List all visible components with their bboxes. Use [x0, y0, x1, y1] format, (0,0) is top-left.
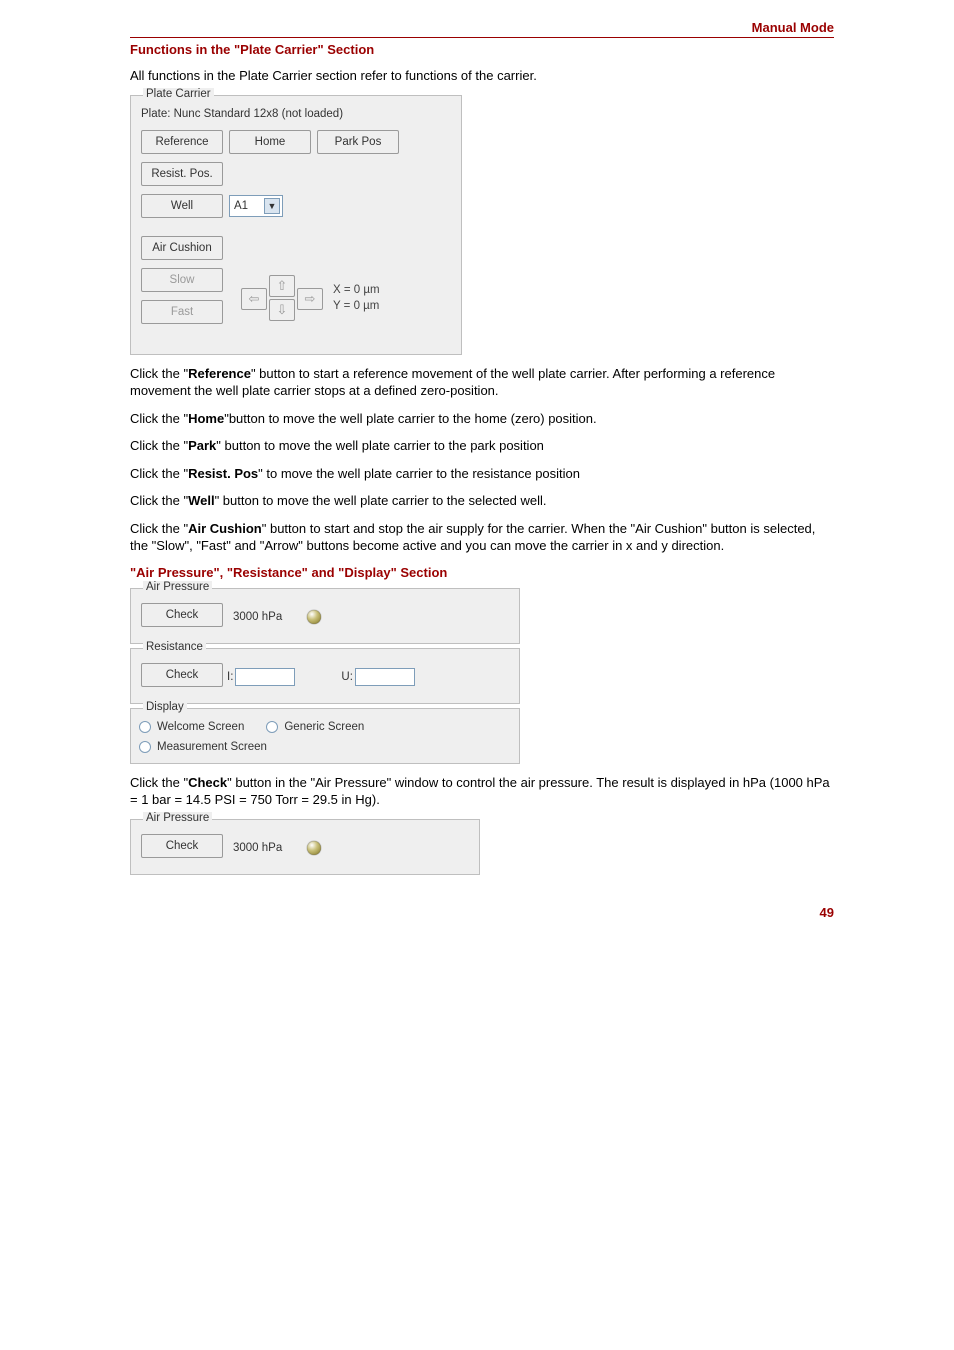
air-pressure-check-button-2[interactable]: Check	[141, 834, 223, 858]
slow-button[interactable]: Slow	[141, 268, 223, 292]
resistance-i-field[interactable]	[235, 668, 295, 686]
arrow-down-icon: ⇩	[277, 302, 288, 317]
air-pressure-panel: Air Pressure Check 3000 hPa	[130, 588, 520, 644]
intro-text: All functions in the Plate Carrier secti…	[130, 67, 834, 85]
fast-button[interactable]: Fast	[141, 300, 223, 324]
well-select[interactable]: A1 ▼	[229, 195, 283, 217]
reference-button[interactable]: Reference	[141, 130, 223, 154]
air-pressure-panel-2: Air Pressure Check 3000 hPa	[130, 819, 480, 875]
arrow-left-icon: ⇦	[249, 291, 260, 306]
click-resist-text: Click the "Resist. Pos" to move the well…	[130, 465, 834, 483]
measurement-screen-label: Measurement Screen	[157, 741, 267, 753]
click-park-text: Click the "Park" button to move the well…	[130, 437, 834, 455]
air-pressure-check-button[interactable]: Check	[141, 603, 223, 627]
air-pressure-value-2: 3000 hPa	[233, 842, 291, 854]
home-button[interactable]: Home	[229, 130, 311, 154]
click-well-text: Click the "Well" button to move the well…	[130, 492, 834, 510]
click-reference-text: Click the "Reference" button to start a …	[130, 365, 834, 400]
well-select-value: A1	[234, 200, 248, 212]
arrow-down-button[interactable]: ⇩	[269, 299, 295, 321]
arrow-right-button[interactable]: ⇨	[297, 288, 323, 310]
arrow-pad: ⇧ ⇦ ⇨ ⇩	[241, 275, 323, 321]
welcome-screen-label: Welcome Screen	[157, 721, 244, 733]
xy-readout: X = 0 µm Y = 0 µm	[333, 282, 380, 314]
plate-carrier-legend: Plate Carrier	[143, 88, 214, 100]
x-position: X = 0 µm	[333, 282, 380, 298]
resistance-i-label: I:	[227, 671, 233, 683]
plate-carrier-panel: Plate Carrier Plate: Nunc Standard 12x8 …	[130, 95, 462, 355]
click-check-text: Click the "Check" button in the "Air Pre…	[130, 774, 834, 809]
arrow-up-button[interactable]: ⇧	[269, 275, 295, 297]
display-panel: Display Welcome Screen Generic Screen	[130, 708, 520, 764]
y-position: Y = 0 µm	[333, 298, 380, 314]
header-divider	[130, 37, 834, 38]
status-led-icon	[307, 841, 321, 855]
status-led-icon	[307, 610, 321, 624]
arrow-right-icon: ⇨	[305, 291, 316, 306]
page-number: 49	[130, 905, 834, 920]
radio-icon	[266, 721, 278, 733]
resist-pos-button[interactable]: Resist. Pos.	[141, 162, 223, 186]
display-legend: Display	[143, 701, 187, 713]
resistance-panel: Resistance Check I: U:	[130, 648, 520, 704]
measurement-screen-radio[interactable]: Measurement Screen	[139, 741, 267, 753]
arrow-up-icon: ⇧	[277, 278, 288, 293]
radio-icon	[139, 741, 151, 753]
generic-screen-label: Generic Screen	[284, 721, 364, 733]
resistance-u-label: U:	[341, 671, 353, 683]
resistance-u-field[interactable]	[355, 668, 415, 686]
well-button[interactable]: Well	[141, 194, 223, 218]
resistance-legend: Resistance	[143, 641, 206, 653]
chevron-down-icon: ▼	[264, 198, 280, 214]
header-title: Manual Mode	[130, 20, 834, 35]
section-title-plate-carrier: Functions in the "Plate Carrier" Section	[130, 42, 834, 57]
park-pos-button[interactable]: Park Pos	[317, 130, 399, 154]
air-pressure-legend: Air Pressure	[143, 581, 212, 593]
click-air-cushion-text: Click the "Air Cushion" button to start …	[130, 520, 834, 555]
air-pressure-legend-2: Air Pressure	[143, 812, 212, 824]
section-title-air-resistance-display: "Air Pressure", "Resistance" and "Displa…	[130, 565, 834, 580]
radio-icon	[139, 721, 151, 733]
air-cushion-button[interactable]: Air Cushion	[141, 236, 223, 260]
air-pressure-value: 3000 hPa	[233, 611, 291, 623]
resistance-check-button[interactable]: Check	[141, 663, 223, 687]
arrow-left-button[interactable]: ⇦	[241, 288, 267, 310]
welcome-screen-radio[interactable]: Welcome Screen	[139, 721, 244, 733]
click-home-text: Click the "Home"button to move the well …	[130, 410, 834, 428]
generic-screen-radio[interactable]: Generic Screen	[266, 721, 364, 733]
plate-label: Plate: Nunc Standard 12x8 (not loaded)	[141, 108, 453, 120]
